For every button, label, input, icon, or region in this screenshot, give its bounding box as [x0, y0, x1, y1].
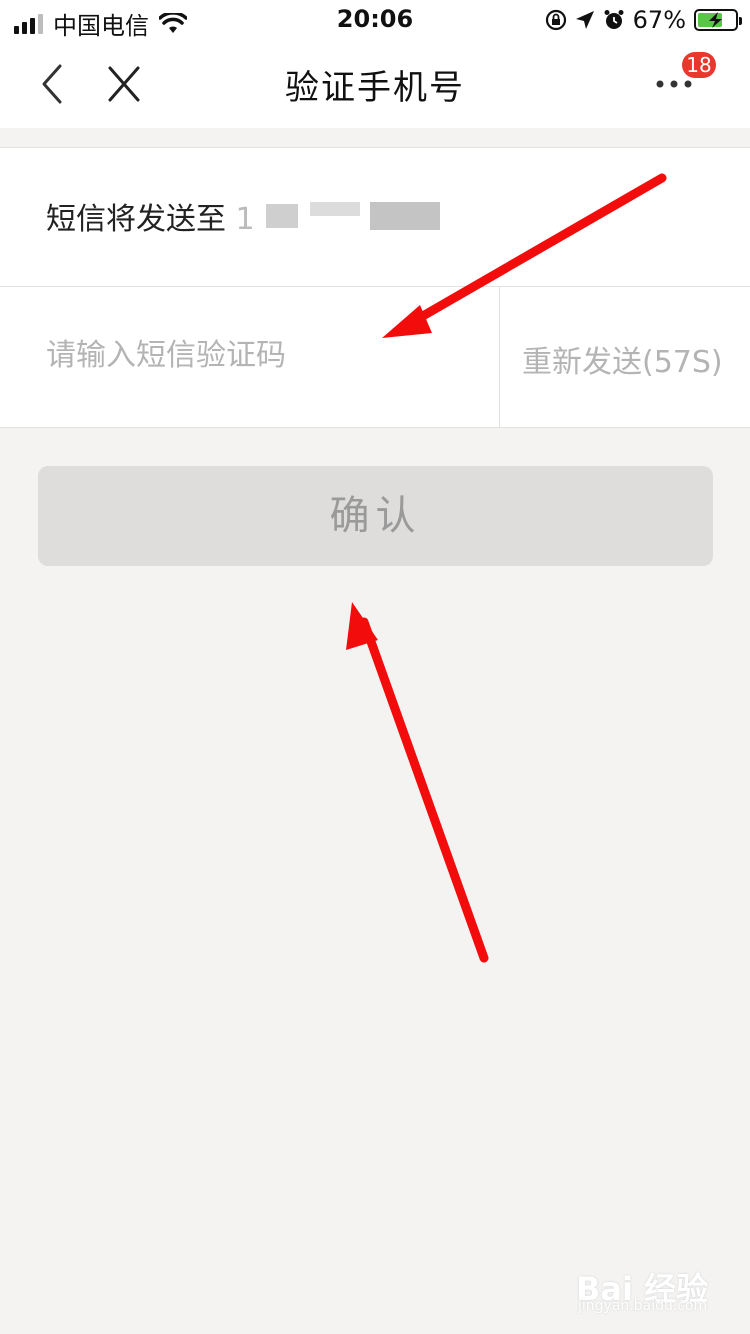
arrow-to-confirm [346, 602, 489, 963]
confirm-button[interactable]: 确认 [38, 466, 713, 566]
phone-first-digit: 1 [235, 202, 255, 237]
battery-percent: 67% [632, 6, 686, 34]
baidu-jingyan-watermark: Bai 经验 jingyan.baidu.com [576, 1258, 716, 1318]
nav-bar: 验证手机号 18 [0, 40, 750, 128]
location-arrow-icon [575, 11, 594, 29]
alarm-icon [604, 10, 624, 29]
watermark-url: jingyan.baidu.com [578, 1298, 708, 1314]
status-bar: 中国电信 20:06 67% [0, 0, 750, 40]
battery-icon [694, 9, 742, 31]
masked-phone-number [258, 202, 448, 230]
verification-code-input[interactable] [46, 333, 486, 377]
sms-destination-label: 短信将发送至 1 [46, 202, 255, 237]
verification-code-row: 重新发送(57S) [0, 287, 750, 428]
sms-destination-row: 短信将发送至 1 [0, 147, 750, 287]
orientation-lock-icon [545, 9, 566, 31]
resend-button[interactable]: 重新发送(57S) [522, 337, 723, 381]
page-title: 验证手机号 [285, 68, 465, 108]
status-right: 67% [545, 6, 742, 34]
notification-badge: 18 [682, 52, 716, 78]
vertical-divider [499, 287, 500, 427]
